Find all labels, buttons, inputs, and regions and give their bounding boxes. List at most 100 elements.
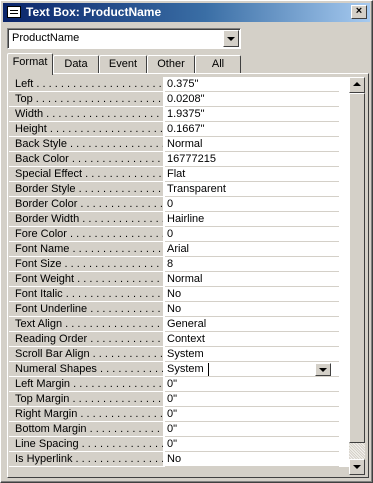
property-value-field[interactable]: Transparent (165, 182, 339, 197)
property-row[interactable]: Font Weight . . . . . . . . . . . . . . … (9, 272, 349, 287)
property-label: Fore Color . . . . . . . . . . . . . . .… (9, 227, 163, 242)
vertical-scrollbar[interactable] (349, 77, 365, 475)
property-row[interactable]: Font Underline . . . . . . . . . . . . .… (9, 302, 349, 317)
property-label: Numeral Shapes . . . . . . . . . . . . .… (9, 362, 163, 377)
property-label: Is Hyperlink . . . . . . . . . . . . . .… (9, 452, 163, 467)
property-value-field[interactable]: 0.0208" (165, 92, 339, 107)
property-value-field[interactable]: 0" (165, 377, 339, 392)
property-label-text: Left Margin (15, 378, 71, 390)
property-leader-dots: . . . . . . . . . . . . . . . . . . . . … (72, 393, 163, 405)
property-label-text: Font Weight (15, 273, 75, 285)
property-label-text: Top (15, 93, 33, 105)
property-dropdown-button[interactable] (315, 363, 331, 376)
tab-data[interactable]: Data (53, 55, 99, 73)
tab-other[interactable]: Other (147, 55, 195, 73)
tab-all[interactable]: All (195, 55, 241, 73)
property-value-field[interactable]: 0" (165, 437, 339, 452)
property-row[interactable]: Bottom Margin . . . . . . . . . . . . . … (9, 422, 349, 437)
property-leader-dots: . . . . . . . . . . . . . . . . . . . . … (80, 198, 163, 210)
close-button[interactable]: × (351, 5, 367, 19)
property-label-text: Border Width (15, 213, 80, 225)
property-row[interactable]: Special Effect . . . . . . . . . . . . .… (9, 167, 349, 182)
property-row[interactable]: Font Name . . . . . . . . . . . . . . . … (9, 242, 349, 257)
tab-event[interactable]: Event (99, 55, 147, 73)
property-row[interactable]: Top . . . . . . . . . . . . . . . . . . … (9, 92, 349, 107)
object-selector-dropdown-button[interactable] (223, 30, 239, 47)
property-value-field[interactable]: 0 (165, 197, 339, 212)
property-label: Font Size . . . . . . . . . . . . . . . … (9, 257, 163, 272)
property-value: System (167, 348, 204, 360)
property-value-field[interactable]: Hairline (165, 212, 339, 227)
scroll-thumb[interactable] (349, 93, 365, 443)
property-row[interactable]: Left Margin . . . . . . . . . . . . . . … (9, 377, 349, 392)
property-value-field[interactable]: No (165, 287, 339, 302)
property-row[interactable]: Font Italic . . . . . . . . . . . . . . … (9, 287, 349, 302)
property-label: Special Effect . . . . . . . . . . . . .… (9, 167, 163, 182)
chevron-down-icon (227, 36, 235, 41)
property-value-field[interactable]: 0" (165, 422, 339, 437)
property-value-field[interactable]: 16777215 (165, 152, 339, 167)
property-value-field[interactable]: System (165, 347, 339, 362)
property-value-field[interactable]: No (165, 452, 339, 467)
property-label: Scroll Bar Align . . . . . . . . . . . .… (9, 347, 163, 362)
property-row[interactable]: Top Margin . . . . . . . . . . . . . . .… (9, 392, 349, 407)
property-row[interactable]: Line Spacing . . . . . . . . . . . . . .… (9, 437, 349, 452)
property-value: 0.375" (167, 78, 199, 90)
property-value-field[interactable]: Flat (165, 167, 339, 182)
property-value-field[interactable]: General (165, 317, 339, 332)
property-row[interactable]: Reading Order . . . . . . . . . . . . . … (9, 332, 349, 347)
tab-label: Other (157, 58, 185, 70)
object-selector-combo[interactable]: ProductName (7, 28, 241, 49)
property-sheet-icon (7, 6, 21, 18)
property-value-field[interactable]: Arial (165, 242, 339, 257)
property-row[interactable]: Scroll Bar Align . . . . . . . . . . . .… (9, 347, 349, 362)
window-title: Text Box: ProductName (26, 5, 162, 19)
property-label: Line Spacing . . . . . . . . . . . . . .… (9, 437, 163, 452)
scroll-down-button[interactable] (349, 459, 365, 475)
property-label-text: Back Style (15, 138, 67, 150)
property-row[interactable]: Border Style . . . . . . . . . . . . . .… (9, 182, 349, 197)
property-row[interactable]: Border Width . . . . . . . . . . . . . .… (9, 212, 349, 227)
scroll-up-button[interactable] (349, 77, 365, 93)
property-row[interactable]: Border Color . . . . . . . . . . . . . .… (9, 197, 349, 212)
property-label-text: Text Align (15, 318, 63, 330)
property-row[interactable]: Is Hyperlink . . . . . . . . . . . . . .… (9, 452, 349, 467)
property-row[interactable]: Text Align . . . . . . . . . . . . . . .… (9, 317, 349, 332)
property-leader-dots: . . . . . . . . . . . . . . . . . . . . … (99, 363, 163, 375)
property-label: Width . . . . . . . . . . . . . . . . . … (9, 107, 163, 122)
property-value-field[interactable]: Normal (165, 272, 339, 287)
tab-label: All (211, 58, 225, 70)
property-row[interactable]: Left . . . . . . . . . . . . . . . . . .… (9, 77, 349, 92)
property-value-field[interactable]: 0 (165, 227, 339, 242)
property-row[interactable]: Height . . . . . . . . . . . . . . . . .… (9, 122, 349, 137)
property-value-field[interactable]: Context (165, 332, 339, 347)
property-grid: Left . . . . . . . . . . . . . . . . . .… (9, 77, 349, 467)
property-row[interactable]: Width . . . . . . . . . . . . . . . . . … (9, 107, 349, 122)
property-row[interactable]: Fore Color . . . . . . . . . . . . . . .… (9, 227, 349, 242)
property-label: Top Margin . . . . . . . . . . . . . . .… (9, 392, 163, 407)
property-value-field[interactable]: 8 (165, 257, 339, 272)
property-value-field[interactable]: 0" (165, 392, 339, 407)
title-bar[interactable]: Text Box: ProductName × (3, 3, 370, 22)
property-row[interactable]: Back Style . . . . . . . . . . . . . . .… (9, 137, 349, 152)
property-value-field[interactable]: Normal (165, 137, 339, 152)
tab-format[interactable]: Format (7, 53, 53, 75)
property-label-text: Bottom Margin (15, 423, 87, 435)
property-value-field[interactable]: 0.375" (165, 77, 339, 92)
property-row[interactable]: Numeral Shapes . . . . . . . . . . . . .… (9, 362, 349, 377)
property-value-field[interactable]: System (165, 362, 339, 377)
arrow-up-icon (353, 82, 361, 86)
property-label: Height . . . . . . . . . . . . . . . . .… (9, 122, 163, 137)
property-label-text: Reading Order (15, 333, 88, 345)
property-value: 0.0208" (167, 93, 205, 105)
property-row[interactable]: Right Margin . . . . . . . . . . . . . .… (9, 407, 349, 422)
property-row[interactable]: Back Color . . . . . . . . . . . . . . .… (9, 152, 349, 167)
property-value-field[interactable]: No (165, 302, 339, 317)
property-value-field[interactable]: 1.9375" (165, 107, 339, 122)
property-row[interactable]: Font Size . . . . . . . . . . . . . . . … (9, 257, 349, 272)
property-leader-dots: . . . . . . . . . . . . . . . . . . . . … (65, 318, 163, 330)
property-value: Arial (167, 243, 190, 255)
property-value-field[interactable]: 0" (165, 407, 339, 422)
property-value-field[interactable]: 0.1667" (165, 122, 339, 137)
property-leader-dots: . . . . . . . . . . . . . . . . . . . . … (85, 168, 163, 180)
